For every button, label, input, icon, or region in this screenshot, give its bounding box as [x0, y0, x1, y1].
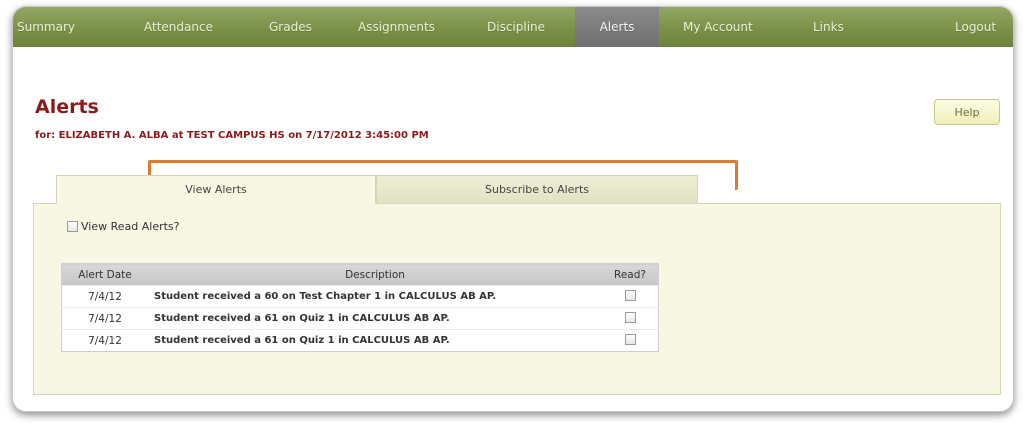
browser-frame: Summary Attendance Grades Assignments Di…: [12, 6, 1014, 412]
alert-description-cell: Student received a 61 on Quiz 1 in CALCU…: [148, 307, 602, 330]
student-context-line: for: ELIZABETH A. ALBA at TEST CAMPUS HS…: [35, 130, 429, 141]
nav-item-discipline[interactable]: Discipline: [487, 7, 545, 47]
alert-date-cell: 7/4/12: [61, 329, 148, 352]
table-row: 7/4/12 Student received a 60 on Test Cha…: [61, 285, 659, 308]
view-read-alerts-checkbox[interactable]: [67, 221, 78, 232]
nav-item-links[interactable]: Links: [813, 7, 844, 47]
nav-item-grades[interactable]: Grades: [269, 7, 312, 47]
alert-date-cell: 7/4/12: [61, 285, 148, 308]
read-cell: [602, 285, 659, 308]
view-read-alerts-label: View Read Alerts?: [81, 220, 180, 233]
column-header-read: Read?: [602, 263, 659, 286]
alerts-table: Alert Date Description Read? 7/4/12 Stud…: [61, 263, 659, 352]
tab-subscribe-to-alerts[interactable]: Subscribe to Alerts: [376, 175, 698, 203]
column-header-description: Description: [148, 263, 602, 286]
alert-description-cell: Student received a 61 on Quiz 1 in CALCU…: [148, 329, 602, 352]
nav-item-alerts[interactable]: Alerts: [575, 7, 659, 47]
column-header-alert-date: Alert Date: [61, 263, 148, 286]
nav-item-summary[interactable]: Summary: [17, 7, 75, 47]
alert-description-cell: Student received a 60 on Test Chapter 1 …: [148, 285, 602, 308]
nav-item-attendance[interactable]: Attendance: [144, 7, 213, 47]
main-navigation: Summary Attendance Grades Assignments Di…: [13, 7, 1013, 47]
help-button[interactable]: Help: [934, 99, 1000, 125]
alert-date-cell: 7/4/12: [61, 307, 148, 330]
table-row: 7/4/12 Student received a 61 on Quiz 1 i…: [61, 307, 659, 330]
nav-item-logout[interactable]: Logout: [955, 7, 996, 47]
read-cell: [602, 329, 659, 352]
page-title: Alerts: [35, 96, 99, 118]
read-cell: [602, 307, 659, 330]
view-read-alerts-control: View Read Alerts?: [67, 220, 180, 233]
read-checkbox[interactable]: [624, 289, 636, 301]
read-checkbox[interactable]: [624, 333, 636, 345]
tab-view-alerts[interactable]: View Alerts: [56, 175, 376, 204]
table-row: 7/4/12 Student received a 61 on Quiz 1 i…: [61, 329, 659, 352]
nav-item-assignments[interactable]: Assignments: [358, 7, 435, 47]
nav-item-my-account[interactable]: My Account: [683, 7, 753, 47]
table-header-row: Alert Date Description Read?: [61, 263, 659, 286]
read-checkbox[interactable]: [624, 311, 636, 323]
